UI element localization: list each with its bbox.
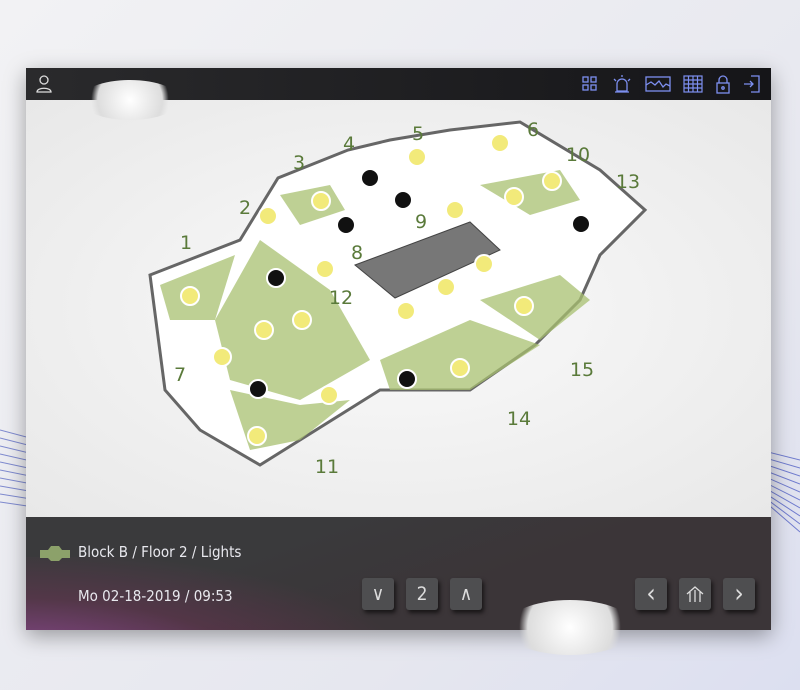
room-label-14: 14 <box>507 408 531 430</box>
chevron-right-icon: › <box>734 579 744 609</box>
lock-icon[interactable] <box>715 74 731 94</box>
light-on[interactable] <box>258 206 278 226</box>
chevron-up-icon: ∧ <box>459 583 473 605</box>
light-on[interactable] <box>212 347 232 367</box>
light-off[interactable] <box>360 168 380 188</box>
room-label-1: 1 <box>180 232 192 254</box>
light-off[interactable] <box>397 369 417 389</box>
light-off[interactable] <box>393 190 413 210</box>
datetime: Mo 02-18-2019 / 09:53 <box>78 587 233 605</box>
logout-icon[interactable] <box>743 74 761 94</box>
room-label-2: 2 <box>239 197 251 219</box>
breadcrumb: Block B / Floor 2 / Lights <box>78 543 242 561</box>
floor-up-button[interactable]: ∧ <box>450 578 482 610</box>
light-on[interactable] <box>542 171 562 191</box>
home-icon <box>686 586 704 602</box>
room-label-3: 3 <box>293 152 305 174</box>
table-icon[interactable] <box>683 75 703 93</box>
light-on[interactable] <box>445 200 465 220</box>
light-on[interactable] <box>436 277 456 297</box>
light-off[interactable] <box>336 215 356 235</box>
room-label-9: 9 <box>415 211 427 233</box>
chevron-left-icon: ‹ <box>646 579 656 609</box>
light-on[interactable] <box>504 187 524 207</box>
light-on[interactable] <box>450 358 470 378</box>
light-on[interactable] <box>311 191 331 211</box>
light-on[interactable] <box>514 296 534 316</box>
user-icon[interactable] <box>34 74 54 94</box>
light-on[interactable] <box>247 426 267 446</box>
building-block-icon <box>40 546 70 561</box>
room-label-8: 8 <box>351 242 363 264</box>
light-on[interactable] <box>474 254 494 274</box>
floor-number: 2 <box>406 578 438 610</box>
footer-bar: Block B / Floor 2 / Lights Mo 02-18-2019… <box>26 517 771 630</box>
home-button[interactable] <box>679 578 711 610</box>
light-on[interactable] <box>407 147 427 167</box>
room-label-12: 12 <box>329 287 353 309</box>
room-label-15: 15 <box>570 359 594 381</box>
light-off[interactable] <box>571 214 591 234</box>
floorplan-3d: 1234 5 6789101112131415 <box>148 119 648 478</box>
light-on[interactable] <box>292 310 312 330</box>
chevron-down-icon: ∨ <box>371 583 385 605</box>
room-label-7: 7 <box>174 364 186 386</box>
floor-down-button[interactable]: ∨ <box>362 578 394 610</box>
floorplan-view: 1 2 3 4 5 6 7 8 9 10 11 12 13 14 15 <box>26 100 771 517</box>
room-label-11: 11 <box>315 456 339 478</box>
chart-icon[interactable] <box>645 75 671 93</box>
room-label-6: 6 <box>527 119 539 141</box>
light-on[interactable] <box>319 385 339 405</box>
light-off[interactable] <box>266 268 286 288</box>
next-button[interactable]: › <box>723 578 755 610</box>
room-label-4: 4 <box>343 133 355 155</box>
room-label-13: 13 <box>616 171 640 193</box>
light-on[interactable] <box>254 320 274 340</box>
light-on[interactable] <box>490 133 510 153</box>
cloud-decoration <box>505 600 635 655</box>
prev-button[interactable]: ‹ <box>635 578 667 610</box>
app-window: 1 2 3 4 5 6 7 8 9 10 11 12 13 14 15 Block B / Floor 2 … <box>26 68 771 630</box>
light-on[interactable] <box>315 259 335 279</box>
room-label-5: 5 <box>412 123 424 145</box>
grid-icon[interactable] <box>581 75 599 93</box>
light-on[interactable] <box>396 301 416 321</box>
room-label-10: 10 <box>566 144 590 166</box>
light-on[interactable] <box>180 286 200 306</box>
light-off[interactable] <box>248 379 268 399</box>
cloud-decoration <box>80 80 180 120</box>
alarm-icon[interactable] <box>611 74 633 94</box>
